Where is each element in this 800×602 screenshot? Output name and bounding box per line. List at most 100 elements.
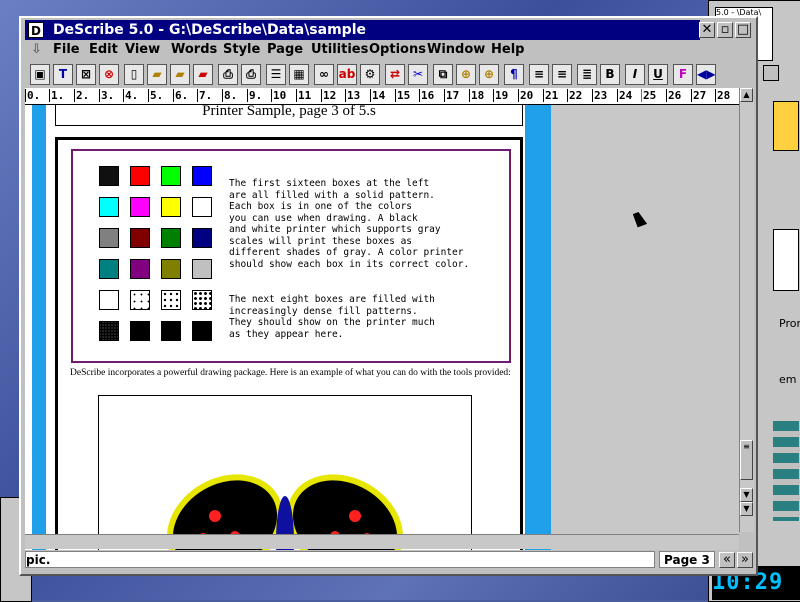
vertical-scrollbar[interactable]: ▲ ≡ ▼ ▼ xyxy=(739,88,754,532)
font-icon[interactable]: F xyxy=(673,64,693,85)
close-icon[interactable]: ✕ xyxy=(699,22,715,38)
ruler-tick: 7. xyxy=(197,89,213,102)
italic-icon[interactable]: I xyxy=(625,64,645,85)
ruler-tick: 14 xyxy=(370,89,386,102)
close-document-icon[interactable]: ▰ xyxy=(193,64,213,85)
paste-icon[interactable]: ⊕ xyxy=(456,64,476,85)
new-document-icon[interactable]: ▯ xyxy=(124,64,144,85)
menu-style[interactable]: Style xyxy=(223,42,260,57)
navigate-arrows-icon[interactable]: ◀▶ xyxy=(696,64,716,85)
list-icon[interactable]: ☰ xyxy=(266,64,286,85)
ruler-tick: 17 xyxy=(444,89,460,102)
underline-icon[interactable]: U xyxy=(648,64,668,85)
butterfly-drawing xyxy=(166,474,404,552)
scroll-thumb[interactable]: ≡ xyxy=(740,440,753,480)
ruler-tick: 12 xyxy=(321,89,337,102)
maximize-icon[interactable]: □ xyxy=(735,22,751,38)
delete-frame-icon[interactable]: ⊗ xyxy=(99,64,119,85)
previous-page-icon[interactable]: « xyxy=(719,552,735,568)
drawing-frame[interactable] xyxy=(98,395,472,552)
ruler[interactable]: 0. 1. 2. 3. 4. 5. 6. 7. 8. 9. 10 11 12 1… xyxy=(25,88,739,105)
print-icon[interactable]: ⎙ xyxy=(218,64,238,85)
ruler-tick: 6. xyxy=(173,89,189,102)
paragraph-icon[interactable]: ¶ xyxy=(504,64,524,85)
pattern-swatch xyxy=(161,290,181,310)
ruler-tick: 25 xyxy=(641,89,657,102)
text-tool-icon[interactable]: T xyxy=(53,64,73,85)
picture-frame-icon[interactable]: ⊠ xyxy=(76,64,96,85)
color-swatch xyxy=(161,166,181,186)
print-preview-icon[interactable]: ⎙ xyxy=(241,64,261,85)
drawing-intro-text: DeScribe incorporates a powerful drawing… xyxy=(70,368,511,378)
menu-page[interactable]: Page xyxy=(267,42,303,57)
menu-words[interactable]: Words xyxy=(171,42,217,57)
insert-icon[interactable]: ⊕ xyxy=(479,64,499,85)
minimize-icon[interactable]: ▫ xyxy=(717,22,733,38)
restore-icon[interactable] xyxy=(763,65,779,81)
document-page[interactable]: Printer Sample, page 3 of 5.s The first … xyxy=(51,105,525,552)
menu-file[interactable]: File xyxy=(53,42,80,57)
color-swatch xyxy=(161,197,181,217)
system-menu-icon[interactable]: D xyxy=(28,22,44,38)
pattern-swatch xyxy=(161,321,181,341)
color-swatch xyxy=(192,228,212,248)
pattern-swatch xyxy=(130,290,150,310)
color-swatch xyxy=(130,166,150,186)
menu-utilities[interactable]: Utilities xyxy=(311,42,368,57)
bold-icon[interactable]: B xyxy=(600,64,620,85)
ruler-tick: 4. xyxy=(123,89,139,102)
color-swatch xyxy=(99,259,119,279)
ruler-tick: 13 xyxy=(345,89,361,102)
document-area[interactable]: Printer Sample, page 3 of 5.s The first … xyxy=(25,105,739,552)
copy-icon[interactable]: ⧉ xyxy=(433,64,453,85)
find-binoculars-icon[interactable]: ∞ xyxy=(314,64,334,85)
title-bar[interactable]: D DeScribe 5.0 - G:\DeScribe\Data\sample xyxy=(25,20,700,40)
scissors-icon[interactable]: ✂ xyxy=(408,64,428,85)
window-thumbnail[interactable] xyxy=(773,229,799,291)
next-page-icon[interactable]: » xyxy=(737,552,753,568)
tools-icon[interactable]: ⚙ xyxy=(360,64,380,85)
spell-check-icon[interactable]: ab xyxy=(337,64,357,85)
screen-icon[interactable]: ▣ xyxy=(30,64,50,85)
pattern-swatch xyxy=(192,290,212,310)
sample-frame[interactable]: The first sixteen boxes at the left are … xyxy=(55,137,523,552)
color-swatch xyxy=(130,228,150,248)
menu-collapse-icon[interactable]: ⇩ xyxy=(31,42,42,57)
page-header: Printer Sample, page 3 of 5.s xyxy=(55,105,523,126)
save-icon[interactable]: ▰ xyxy=(170,64,190,85)
status-bar: pic. Page 3 « » xyxy=(25,550,753,570)
background-label-prn: Pron xyxy=(779,317,800,330)
ruler-tick: 1. xyxy=(49,89,65,102)
scroll-up-icon[interactable]: ▲ xyxy=(740,88,753,102)
pattern-fill-description: The next eight boxes are filled with inc… xyxy=(229,294,435,340)
describe-main-window: D DeScribe 5.0 - G:\DeScribe\Data\sample… xyxy=(19,16,758,576)
ruler-tick: 15 xyxy=(395,89,411,102)
align-center-icon[interactable]: ≡ xyxy=(552,64,572,85)
scroll-down-icon[interactable]: ▼ xyxy=(740,488,753,502)
justify-icon[interactable]: ≣ xyxy=(577,64,597,85)
menu-options[interactable]: Options xyxy=(369,42,426,57)
menu-help[interactable]: Help xyxy=(491,42,524,57)
menu-edit[interactable]: Edit xyxy=(89,42,118,57)
solid-fill-description: The first sixteen boxes at the left are … xyxy=(229,178,470,270)
color-swatch xyxy=(99,228,119,248)
ruler-tick: 2. xyxy=(74,89,90,102)
cut-arrows-icon[interactable]: ⇄ xyxy=(385,64,405,85)
menu-bar: ⇩ File Edit View Words Style Page Utilit… xyxy=(25,40,752,60)
menu-view[interactable]: View xyxy=(125,42,160,57)
align-left-icon[interactable]: ≡ xyxy=(529,64,549,85)
table-grid-icon[interactable]: ▦ xyxy=(289,64,309,85)
window-title: DeScribe 5.0 - G:\DeScribe\Data\sample xyxy=(53,22,366,38)
menu-window[interactable]: Window xyxy=(427,42,485,57)
color-swatch xyxy=(99,166,119,186)
page-margin-right xyxy=(525,105,551,552)
ruler-tick: 26 xyxy=(666,89,682,102)
open-folder-icon[interactable]: ▰ xyxy=(147,64,167,85)
color-sample-frame[interactable]: The first sixteen boxes at the left are … xyxy=(71,149,511,363)
pattern-swatch xyxy=(192,321,212,341)
color-swatch xyxy=(161,228,181,248)
pattern-swatch xyxy=(99,321,119,341)
horizontal-scrollbar[interactable] xyxy=(25,534,739,549)
folder-icon[interactable] xyxy=(773,101,799,151)
scroll-down-icon-2[interactable]: ▼ xyxy=(740,502,753,516)
